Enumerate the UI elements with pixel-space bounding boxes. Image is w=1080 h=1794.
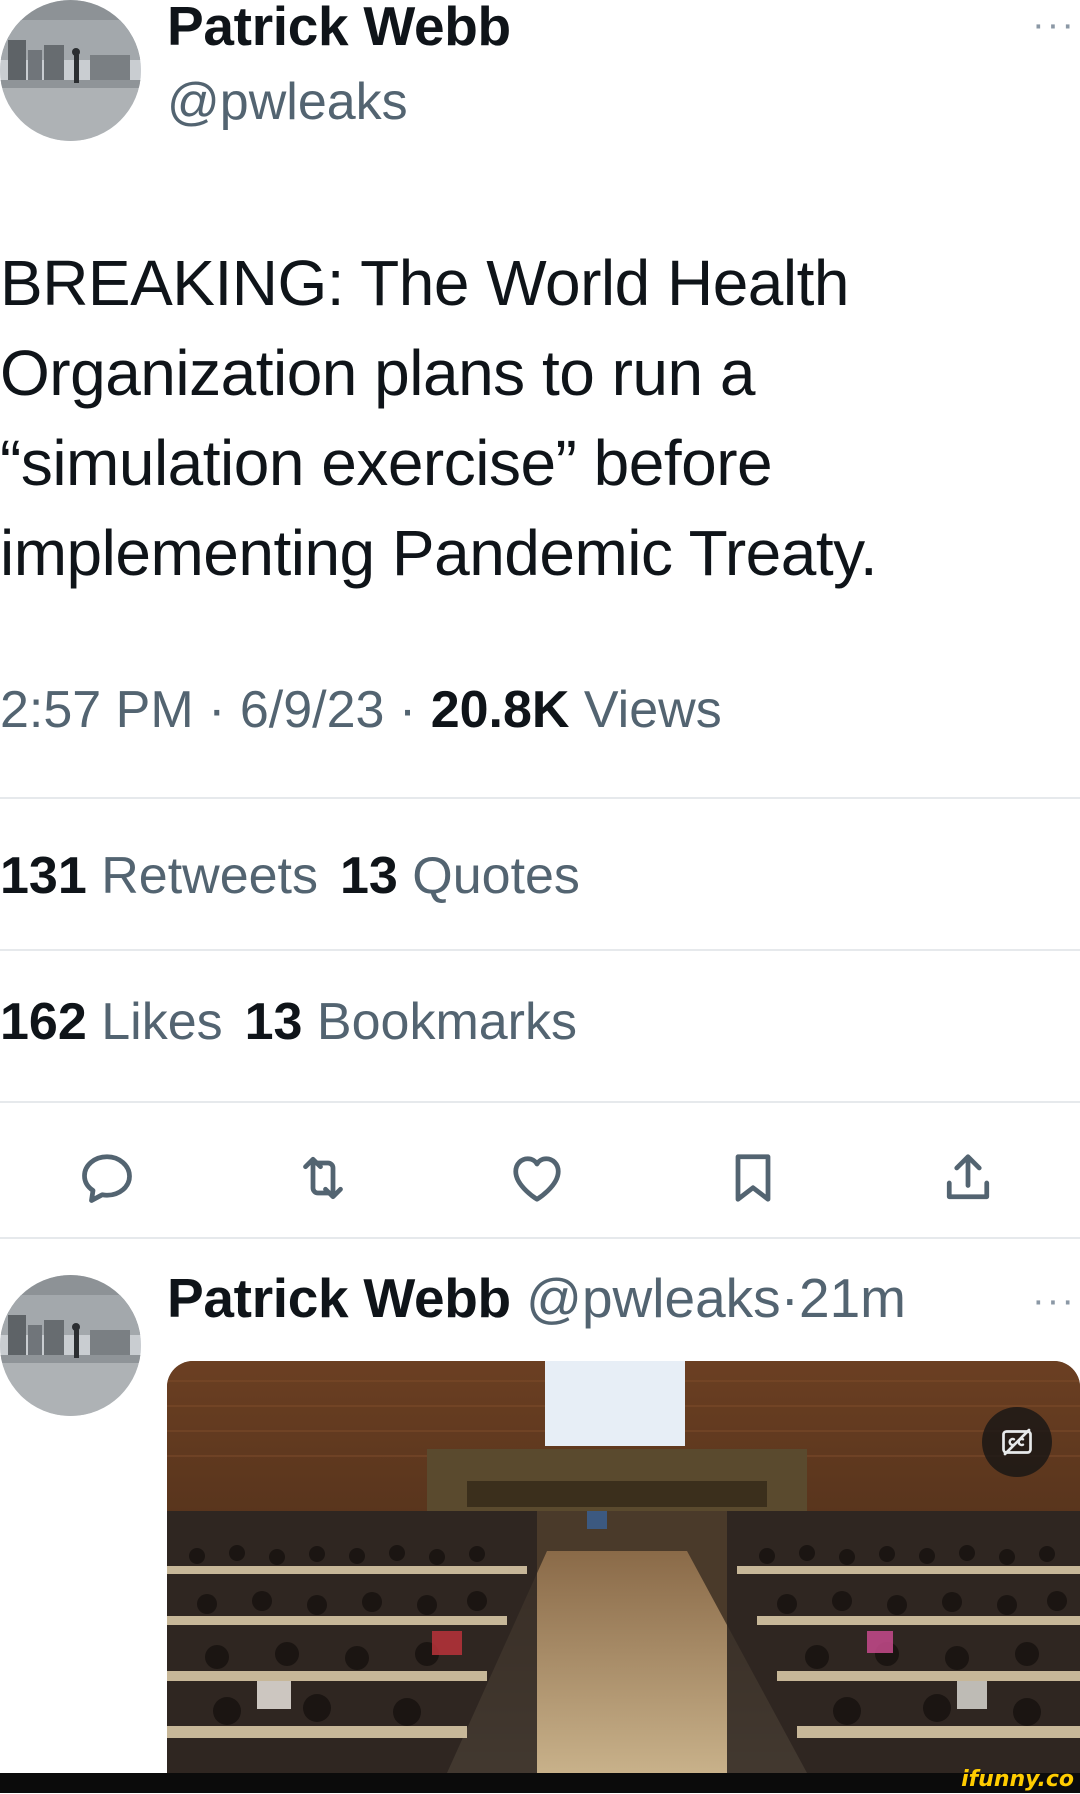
retweet-icon <box>303 1156 343 1200</box>
reply-separator: · <box>780 1267 799 1329</box>
reply-time[interactable]: 21m <box>799 1267 906 1329</box>
avatar-photo <box>0 0 141 141</box>
reply-icon <box>82 1154 132 1203</box>
reply-header: Patrick Webb @pwleaks·21m <box>167 1268 906 1329</box>
divider <box>0 949 1080 951</box>
likes-count: 162 <box>0 993 87 1051</box>
conference-hall-image <box>167 1361 1080 1773</box>
retweets-count: 131 <box>0 847 87 905</box>
action-bar <box>0 1143 1080 1213</box>
closed-captions-icon <box>1002 1428 1032 1456</box>
likes-label: Likes <box>101 993 223 1051</box>
retweets-stat[interactable]: 131 Retweets <box>0 847 318 905</box>
quotes-stat[interactable]: 13 Quotes <box>340 847 580 905</box>
share-button[interactable] <box>933 1143 1003 1213</box>
views-label: Views <box>583 681 722 739</box>
reply-media-video[interactable] <box>167 1361 1080 1773</box>
bookmark-button[interactable] <box>718 1143 788 1213</box>
retweet-button[interactable] <box>288 1143 358 1213</box>
ifunny-watermark: ifunny.co <box>961 1767 1074 1792</box>
reply-author-avatar[interactable] <box>0 1275 141 1416</box>
stats-row-shares: 131 Retweets 13 Quotes <box>0 846 580 906</box>
views-count: 20.8K <box>430 681 570 739</box>
tweet-page: Patrick Webb @pwleaks ··· BREAKING: The … <box>0 0 1080 1793</box>
author-avatar[interactable] <box>0 0 141 141</box>
share-icon <box>946 1154 990 1200</box>
avatar-photo <box>0 1275 141 1416</box>
heart-icon <box>513 1156 561 1202</box>
tweet-time[interactable]: 2:57 PM <box>0 681 194 739</box>
retweets-label: Retweets <box>101 847 318 905</box>
tweet-text: BREAKING: The World Health Organization … <box>0 247 878 589</box>
meta-separator: · <box>208 681 226 739</box>
stats-row-reactions: 162 Likes 13 Bookmarks <box>0 992 577 1052</box>
bookmarks-label: Bookmarks <box>316 993 577 1051</box>
like-button[interactable] <box>502 1143 572 1213</box>
bookmark-icon <box>735 1154 771 1202</box>
likes-stat[interactable]: 162 Likes <box>0 993 223 1051</box>
bookmarks-stat[interactable]: 13 Bookmarks <box>245 993 577 1051</box>
author-handle[interactable]: @pwleaks <box>167 73 408 131</box>
quotes-count: 13 <box>339 847 398 905</box>
reply-button[interactable] <box>72 1143 142 1213</box>
reply-author-handle[interactable]: @pwleaks <box>526 1267 781 1329</box>
divider <box>0 797 1080 799</box>
meta-separator: · <box>398 681 417 739</box>
quotes-label: Quotes <box>412 847 580 905</box>
tweet-date[interactable]: 6/9/23 <box>240 681 385 739</box>
divider <box>0 1101 1080 1103</box>
watermark-bar: ifunny.co <box>0 1767 1080 1793</box>
reply-more-options-icon[interactable]: ··· <box>1032 1280 1076 1323</box>
reply-author-name[interactable]: Patrick Webb <box>167 1267 511 1329</box>
bookmarks-count: 13 <box>244 993 303 1051</box>
tweet-meta: 2:57 PM · 6/9/23 · 20.8K Views <box>0 680 722 740</box>
closed-captions-button[interactable] <box>982 1407 1052 1477</box>
more-options-icon[interactable]: ··· <box>1032 4 1076 47</box>
author-name[interactable]: Patrick Webb <box>167 0 511 57</box>
divider <box>0 1237 1080 1239</box>
